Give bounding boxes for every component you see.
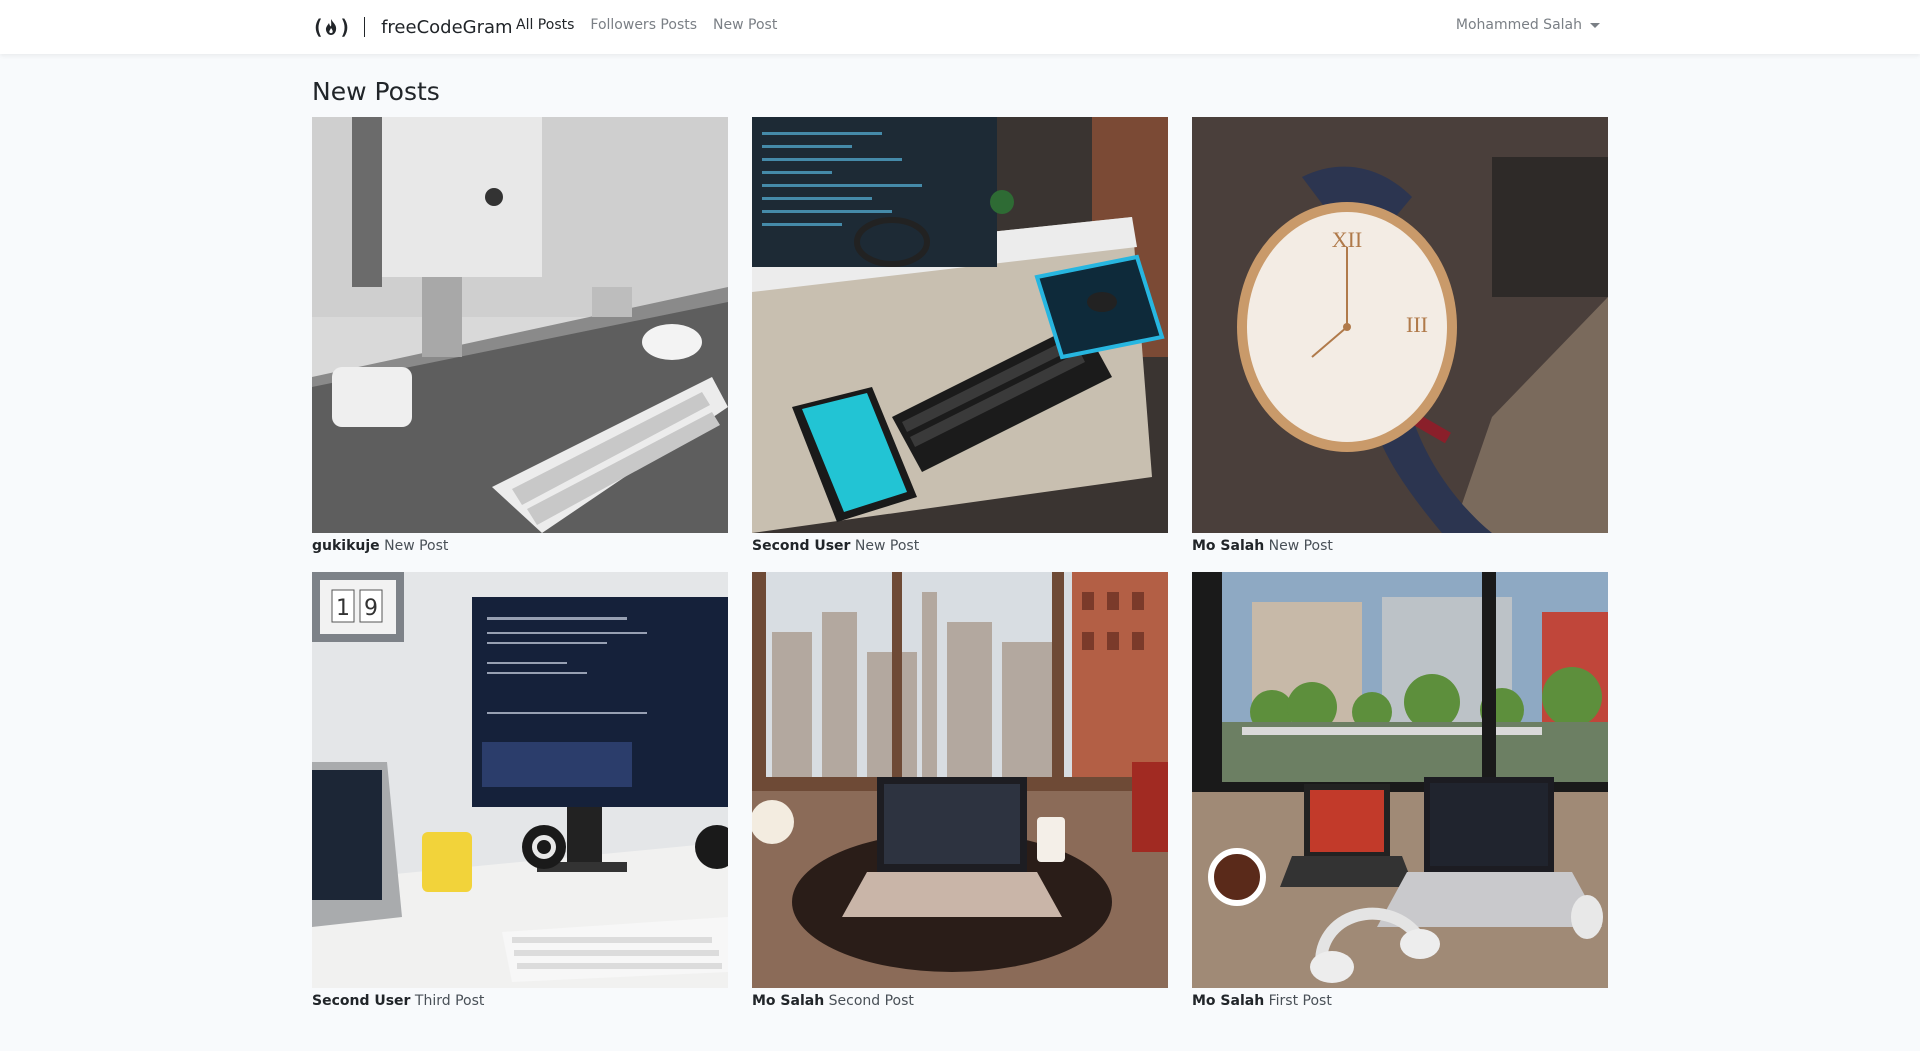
post-image-window-laptops[interactable]: [1192, 572, 1608, 988]
post-image-desk-dell[interactable]: 1 9: [312, 572, 728, 988]
nav-followers-posts[interactable]: Followers Posts: [590, 17, 697, 33]
nav-all-posts[interactable]: All Posts: [516, 17, 574, 33]
post-caption-text: New Post: [384, 538, 449, 554]
nav-new-post[interactable]: New Post: [713, 17, 777, 33]
post-caption: Second User Third Post: [312, 991, 728, 1011]
user-dropdown[interactable]: Mohammed Salah: [1456, 17, 1600, 33]
post-image-desk-monitor[interactable]: [752, 117, 1168, 533]
post-caption-text: First Post: [1268, 993, 1332, 1009]
brand-link[interactable]: ( ) freeCodeGram: [312, 12, 513, 42]
post-caption-text: Third Post: [414, 993, 485, 1009]
post-username[interactable]: Second User: [312, 993, 410, 1009]
post-username[interactable]: gukikuje: [312, 538, 380, 554]
svg-text:9: 9: [364, 596, 378, 621]
post-caption: gukikuje New Post: [312, 536, 728, 556]
post-username[interactable]: Mo Salah: [1192, 538, 1264, 554]
post-card: Second User New Post: [752, 117, 1168, 556]
post-card: gukikuje New Post: [312, 117, 728, 556]
nav-links: All Posts Followers Posts New Post: [516, 17, 777, 33]
svg-text:III: III: [1406, 312, 1428, 337]
post-image-desk-imac[interactable]: [312, 117, 728, 533]
post-caption: Mo Salah First Post: [1192, 991, 1608, 1011]
post-caption-text: New Post: [1268, 538, 1333, 554]
post-username[interactable]: Mo Salah: [752, 993, 824, 1009]
brand-name: freeCodeGram: [381, 16, 513, 38]
caret-down-icon: [1590, 22, 1600, 28]
post-caption-text: Second Post: [828, 993, 914, 1009]
post-username[interactable]: Mo Salah: [1192, 993, 1264, 1009]
post-card: 1 9 Second User Third Post: [312, 572, 728, 1011]
navbar: ( ) freeCodeGram All Posts Followers Pos…: [0, 0, 1920, 54]
post-caption: Mo Salah New Post: [1192, 536, 1608, 556]
page-title: New Posts: [312, 77, 440, 106]
post-card: XII III Mo Salah New Post: [1192, 117, 1608, 556]
post-card: Mo Salah Second Post: [752, 572, 1168, 1011]
post-card: Mo Salah First Post: [1192, 572, 1608, 1011]
user-name: Mohammed Salah: [1455, 17, 1582, 33]
freecodecamp-logo-icon: ( ): [312, 15, 351, 39]
svg-text:1: 1: [336, 596, 350, 621]
post-image-city-laptop[interactable]: [752, 572, 1168, 988]
brand-divider: [364, 17, 366, 37]
posts-grid: gukikuje New Post Second User New Post X…: [312, 117, 1608, 1011]
post-caption: Mo Salah Second Post: [752, 991, 1168, 1011]
post-caption-text: New Post: [854, 538, 920, 554]
post-username[interactable]: Second User: [752, 538, 850, 554]
post-image-wristwatch[interactable]: XII III: [1192, 117, 1608, 533]
post-caption: Second User New Post: [752, 536, 1168, 556]
